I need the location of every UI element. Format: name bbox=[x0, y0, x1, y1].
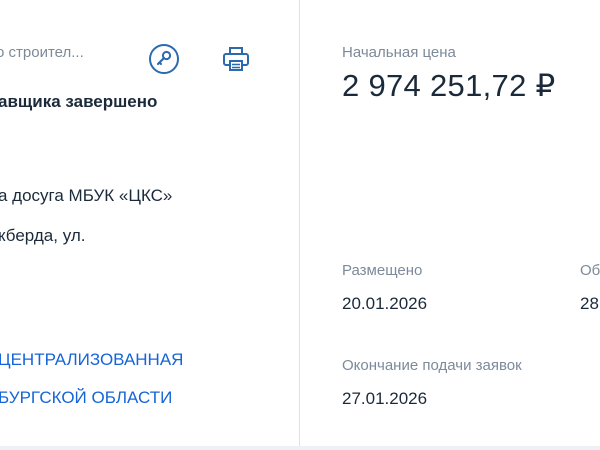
customer-link-line-2[interactable]: БУРГСКОЙ ОБЛАСТИ bbox=[0, 388, 172, 408]
procurement-object-line-2: кберда, ул. bbox=[0, 226, 86, 245]
customer-link-line-1[interactable]: ЦЕНТРАЛИЗОВАННАЯ bbox=[0, 350, 183, 370]
submission-end-label: Окончание подачи заявок bbox=[342, 357, 522, 374]
printer-icon[interactable] bbox=[220, 43, 252, 75]
updated-date-value: 28 bbox=[580, 294, 599, 313]
submission-end-value: 27.01.2026 bbox=[342, 389, 428, 408]
initial-price-label: Начальная цена bbox=[342, 44, 456, 61]
updated-date-label: Об bbox=[580, 262, 600, 279]
card-divider bbox=[299, 0, 300, 446]
procurement-object-line-1: а досуга МБУК «ЦКС» bbox=[0, 186, 173, 205]
placed-date-label: Размещено bbox=[342, 262, 423, 279]
price-dates-card bbox=[300, 0, 600, 446]
placed-date-value: 20.01.2026 bbox=[342, 294, 428, 313]
procurement-law-text: о строител... bbox=[0, 44, 84, 61]
initial-price-value: 2 974 251,72 ₽ bbox=[342, 68, 556, 103]
page-background-strip bbox=[0, 446, 600, 450]
procurement-stage: авщика завершено bbox=[0, 92, 158, 111]
key-icon[interactable] bbox=[148, 43, 180, 75]
